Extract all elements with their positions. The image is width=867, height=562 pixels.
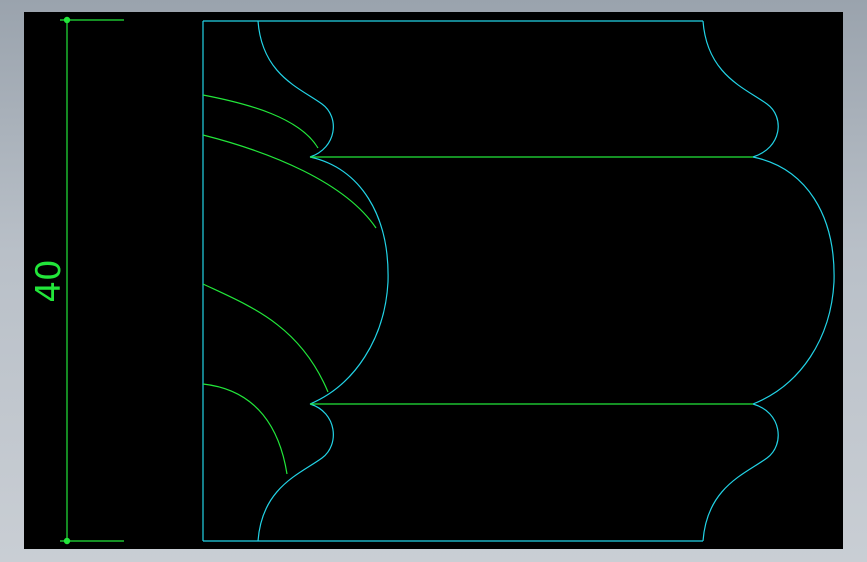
dimension-value: 40 [29, 259, 69, 302]
dimension-terminator-bottom [63, 537, 71, 545]
vertical-dimension [60, 16, 124, 545]
left-profile-top-cove [257, 20, 334, 158]
part-outline [202, 20, 835, 542]
helix-curve-2 [202, 134, 377, 229]
left-profile-bottom-cove [257, 403, 334, 542]
helix-curve-4 [202, 383, 288, 475]
right-profile-center-bulge [752, 156, 835, 405]
flute-geometry [202, 94, 753, 475]
left-profile-center-bulge [309, 156, 389, 405]
cad-drawing: 40 [29, 16, 835, 545]
right-profile-bottom-cove [702, 403, 779, 542]
dimension-terminator-top [63, 16, 71, 24]
right-profile-top-cove [702, 20, 779, 158]
helix-curve-3 [202, 283, 329, 393]
